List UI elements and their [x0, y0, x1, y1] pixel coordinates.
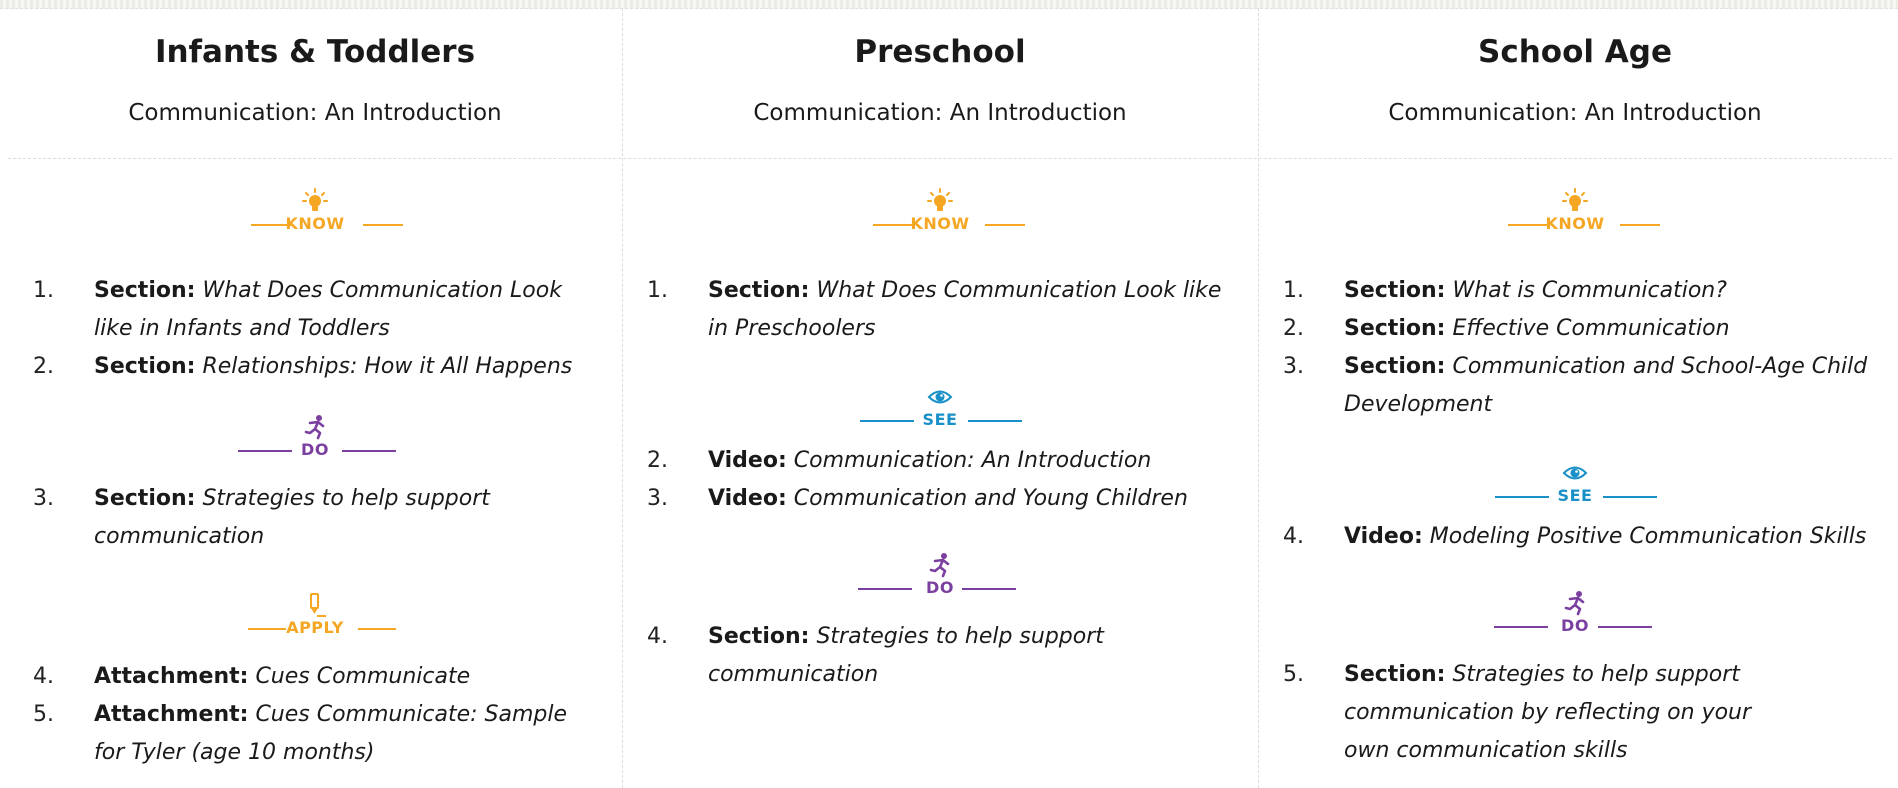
running-person-icon [929, 553, 950, 578]
badge-label: KNOW [1545, 214, 1605, 233]
badge-know: KNOW [622, 188, 1258, 238]
item-kind: Video: [1344, 524, 1423, 549]
item-kind: Section: [1344, 354, 1446, 379]
item-kind: Attachment: [94, 702, 249, 727]
eye-icon [927, 390, 953, 404]
badge-do: DO [1258, 590, 1892, 640]
pencil-icon [310, 593, 326, 617]
group-see: SEE [1258, 460, 1892, 510]
item-title-link[interactable]: Effective Communication [1452, 316, 1729, 341]
column-heading: School Age [1478, 34, 1672, 70]
item-number: 3. [1283, 354, 1304, 379]
column-subtitle: Communication: An Introduction [128, 100, 502, 126]
badge-label: APPLY [286, 618, 344, 637]
item-title-link[interactable]: Modeling Positive Communication Skills [1430, 524, 1867, 549]
group-do: DO [1258, 590, 1892, 640]
lightbulb-icon [1562, 188, 1588, 211]
item-number: 4. [33, 664, 54, 689]
item-kind: Section: [94, 278, 196, 303]
item-title-link[interactable]: What is Communication? [1452, 278, 1726, 303]
group-know: KNOW [8, 188, 622, 238]
item-title-link[interactable]: Relationships: How it All Happens [202, 354, 572, 379]
badge-know: KNOW [1258, 188, 1892, 238]
item-number: 1. [647, 278, 668, 303]
item-number: 3. [647, 486, 668, 511]
eye-icon [1562, 466, 1588, 480]
column-preschool: Preschool Communication: An Introduction… [622, 8, 1258, 788]
badge-do: DO [8, 414, 622, 464]
group-know: KNOW [1258, 188, 1892, 238]
item-kind: Section: [1344, 278, 1446, 303]
badge-label: KNOW [285, 214, 345, 233]
badge-label: DO [926, 578, 954, 597]
column-subtitle: Communication: An Introduction [1388, 100, 1762, 126]
badge-do: DO [622, 552, 1258, 602]
badge-label: KNOW [910, 214, 970, 233]
group-see: SEE [622, 384, 1258, 434]
item-number: 1. [33, 278, 54, 303]
running-person-icon [1564, 591, 1585, 616]
column-infants-toddlers: Infants & Toddlers Communication: An Int… [8, 8, 622, 788]
lightbulb-icon [302, 188, 328, 211]
item-number: 2. [33, 354, 54, 379]
item-number: 4. [1283, 524, 1304, 549]
badge-apply: APPLY [8, 592, 622, 642]
badge-label: DO [301, 440, 329, 459]
item-number: 3. [33, 486, 54, 511]
item-kind: Video: [708, 448, 787, 473]
item-kind: Section: [1344, 316, 1446, 341]
column-school-age: School Age Communication: An Introductio… [1258, 8, 1892, 788]
item-number: 4. [647, 624, 668, 649]
badge-know: KNOW [8, 188, 622, 238]
item-kind: Video: [708, 486, 787, 511]
item-title-link[interactable]: Communication: An Introduction [794, 448, 1152, 473]
item-kind: Section: [708, 624, 810, 649]
item-kind: Attachment: [94, 664, 249, 689]
badge-label: DO [1561, 616, 1589, 635]
column-heading: Preschool [854, 34, 1026, 70]
column-subtitle: Communication: An Introduction [753, 100, 1127, 126]
item-number: 2. [1283, 316, 1304, 341]
item-number: 1. [1283, 278, 1304, 303]
column-heading: Infants & Toddlers [154, 34, 476, 70]
item-title-link[interactable]: Cues Communicate [255, 664, 470, 689]
group-apply: APPLY [8, 592, 622, 642]
item-title-link[interactable]: Communication and Young Children [794, 486, 1188, 511]
badge-see: SEE [1258, 460, 1892, 510]
group-do: DO [8, 414, 622, 464]
item-kind: Section: [708, 278, 810, 303]
badge-label: SEE [1557, 486, 1593, 505]
lightbulb-icon [927, 188, 953, 211]
badge-see: SEE [622, 384, 1258, 434]
course-grid: Infants & Toddlers Communication: An Int… [0, 8, 1898, 788]
group-know: KNOW [622, 188, 1258, 238]
item-number: 2. [647, 448, 668, 473]
badge-label: SEE [922, 410, 958, 429]
item-kind: Section: [94, 354, 196, 379]
item-kind: Section: [94, 486, 196, 511]
item-number: 5. [33, 702, 54, 727]
item-number: 5. [1283, 662, 1304, 687]
group-do: DO [622, 552, 1258, 602]
running-person-icon [304, 415, 325, 440]
item-kind: Section: [1344, 662, 1446, 687]
